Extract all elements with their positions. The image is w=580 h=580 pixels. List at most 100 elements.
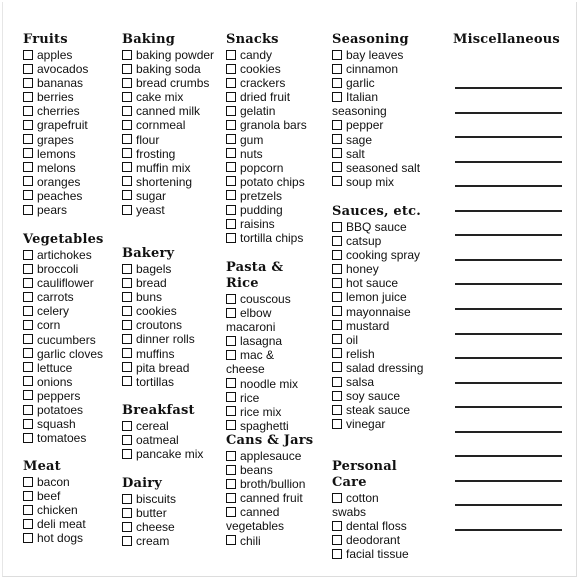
checklist-item[interactable]: avocados [23, 62, 119, 76]
checkbox-icon[interactable] [122, 376, 132, 387]
checklist-item[interactable]: garlic [332, 76, 432, 90]
checkbox-icon[interactable] [122, 348, 132, 359]
checklist-item[interactable]: bread crumbs [122, 76, 216, 90]
checklist-item[interactable]: tortilla chips [226, 231, 314, 245]
checklist-item[interactable]: baking soda [122, 62, 216, 76]
checklist-item[interactable]: grapefruit [23, 118, 119, 132]
checklist-item[interactable]: noodle mix [226, 377, 314, 391]
checkbox-icon[interactable] [23, 91, 33, 102]
checklist-item[interactable]: catsup [332, 234, 432, 248]
checklist-item[interactable]: bread [122, 276, 216, 290]
blank-write-in-line[interactable] [455, 406, 562, 409]
checkbox-icon[interactable] [226, 293, 236, 304]
checkbox-icon[interactable] [226, 420, 236, 431]
checkbox-icon[interactable] [226, 204, 236, 215]
checklist-item[interactable]: Italian seasoning [332, 90, 432, 118]
checkbox-icon[interactable] [122, 448, 132, 459]
checklist-item[interactable]: oranges [23, 175, 119, 189]
checklist-item[interactable]: dental floss [332, 519, 412, 533]
checklist-item[interactable]: biscuits [122, 492, 216, 506]
checklist-item[interactable]: soy sauce [332, 389, 432, 403]
checklist-item[interactable]: spaghetti [226, 419, 314, 433]
checkbox-icon[interactable] [122, 319, 132, 330]
blank-write-in-line[interactable] [455, 332, 562, 335]
checkbox-icon[interactable] [122, 77, 132, 88]
checkbox-icon[interactable] [122, 434, 132, 445]
checklist-item[interactable]: beef [23, 489, 119, 503]
checkbox-icon[interactable] [23, 49, 33, 60]
checkbox-icon[interactable] [23, 277, 33, 288]
checklist-item[interactable]: dinner rolls [122, 332, 216, 346]
checkbox-icon[interactable] [23, 432, 33, 443]
checklist-item[interactable]: croutons [122, 318, 216, 332]
blank-write-in-line[interactable] [455, 258, 562, 261]
checklist-item[interactable]: raisins [226, 217, 314, 231]
checklist-item[interactable]: cream [122, 534, 216, 548]
checkbox-icon[interactable] [226, 49, 236, 60]
checkbox-icon[interactable] [23, 148, 33, 159]
checklist-item[interactable]: chili [226, 534, 314, 548]
checklist-item[interactable]: couscous [226, 292, 314, 306]
checkbox-icon[interactable] [122, 263, 132, 274]
checklist-item[interactable]: lemon juice [332, 290, 432, 304]
checklist-item[interactable]: oil [332, 333, 432, 347]
checklist-item[interactable]: vinegar [332, 417, 432, 431]
blank-write-in-line[interactable] [455, 136, 562, 139]
checklist-item[interactable]: soup mix [332, 175, 432, 189]
checklist-item[interactable]: chicken [23, 503, 119, 517]
checklist-item[interactable]: cherries [23, 104, 119, 118]
checklist-item[interactable]: lemons [23, 147, 119, 161]
checklist-item[interactable]: sage [332, 133, 432, 147]
checkbox-icon[interactable] [122, 162, 132, 173]
checklist-item[interactable]: cucumbers [23, 333, 119, 347]
checklist-item[interactable]: gelatin [226, 104, 314, 118]
checklist-item[interactable]: frosting [122, 147, 216, 161]
checklist-item[interactable]: lettuce [23, 361, 119, 375]
checklist-item[interactable]: peppers [23, 389, 119, 403]
checklist-item[interactable]: pepper [332, 118, 432, 132]
checklist-item[interactable]: grapes [23, 133, 119, 147]
checklist-item[interactable]: broccoli [23, 262, 119, 276]
checkbox-icon[interactable] [122, 535, 132, 546]
checkbox-icon[interactable] [226, 134, 236, 145]
checklist-item[interactable]: deli meat [23, 517, 119, 531]
checklist-item[interactable]: onions [23, 375, 119, 389]
checkbox-icon[interactable] [226, 450, 236, 461]
checkbox-icon[interactable] [332, 63, 342, 74]
checkbox-icon[interactable] [23, 249, 33, 260]
checkbox-icon[interactable] [122, 91, 132, 102]
checkbox-icon[interactable] [332, 291, 342, 302]
blank-write-in-line[interactable] [455, 528, 562, 531]
blank-write-in-line[interactable] [455, 209, 562, 212]
checkbox-icon[interactable] [23, 119, 33, 130]
blank-write-in-line[interactable] [455, 160, 562, 163]
checklist-item[interactable]: corn [23, 318, 119, 332]
checklist-item[interactable]: salt [332, 147, 432, 161]
checkbox-icon[interactable] [122, 362, 132, 373]
checkbox-icon[interactable] [23, 418, 33, 429]
checklist-item[interactable]: granola bars [226, 118, 314, 132]
checklist-item[interactable]: cinnamon [332, 62, 432, 76]
checkbox-icon[interactable] [122, 49, 132, 60]
checkbox-icon[interactable] [226, 63, 236, 74]
checkbox-icon[interactable] [332, 119, 342, 130]
blank-write-in-line[interactable] [455, 111, 562, 114]
checkbox-icon[interactable] [332, 221, 342, 232]
checklist-item[interactable]: bagels [122, 262, 216, 276]
checklist-item[interactable]: oatmeal [122, 433, 216, 447]
checklist-item[interactable]: lasagna [226, 334, 314, 348]
checkbox-icon[interactable] [226, 77, 236, 88]
checkbox-icon[interactable] [122, 507, 132, 518]
checkbox-icon[interactable] [226, 492, 236, 503]
checklist-item[interactable]: buns [122, 290, 216, 304]
checklist-item[interactable]: candy [226, 48, 314, 62]
blank-write-in-line[interactable] [455, 234, 562, 237]
checkbox-icon[interactable] [332, 534, 342, 545]
checklist-item[interactable]: salad dressing [332, 361, 432, 375]
checkbox-icon[interactable] [226, 478, 236, 489]
checkbox-icon[interactable] [122, 134, 132, 145]
checklist-item[interactable]: pudding [226, 203, 314, 217]
checklist-item[interactable]: hot sauce [332, 276, 432, 290]
checklist-item[interactable]: beans [226, 463, 314, 477]
checkbox-icon[interactable] [332, 134, 342, 145]
